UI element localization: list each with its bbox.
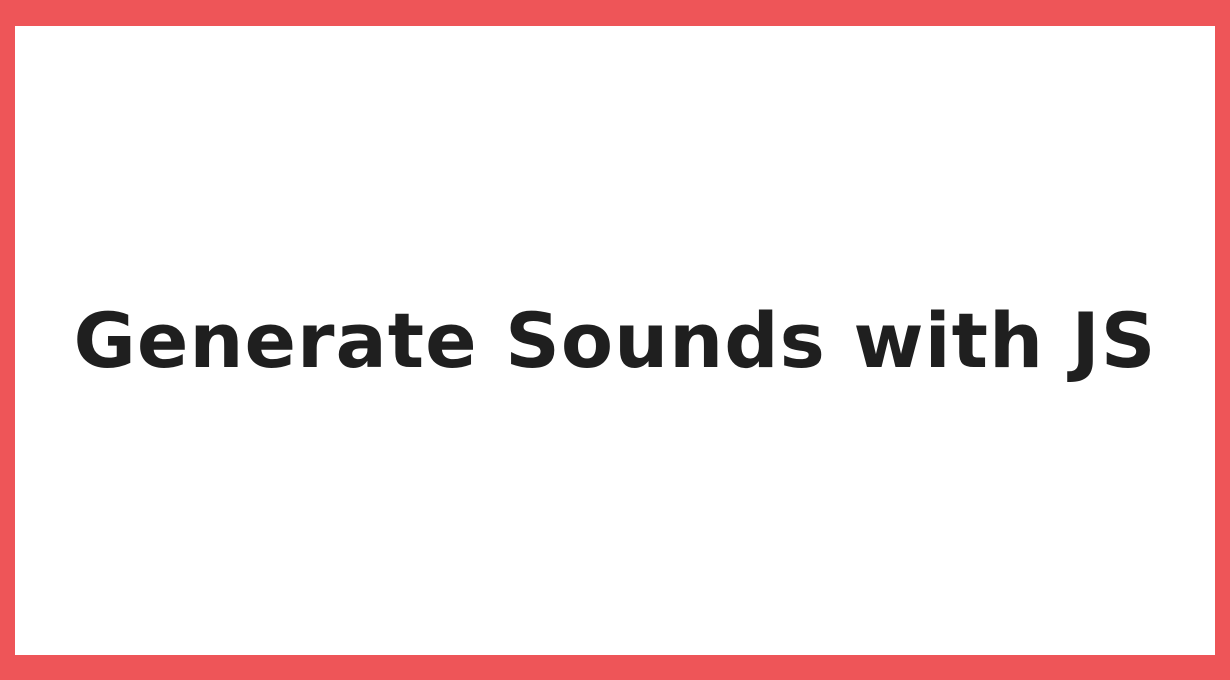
banner-frame: Generate Sounds with JS (0, 0, 1230, 680)
page-title: Generate Sounds with JS (73, 296, 1157, 385)
